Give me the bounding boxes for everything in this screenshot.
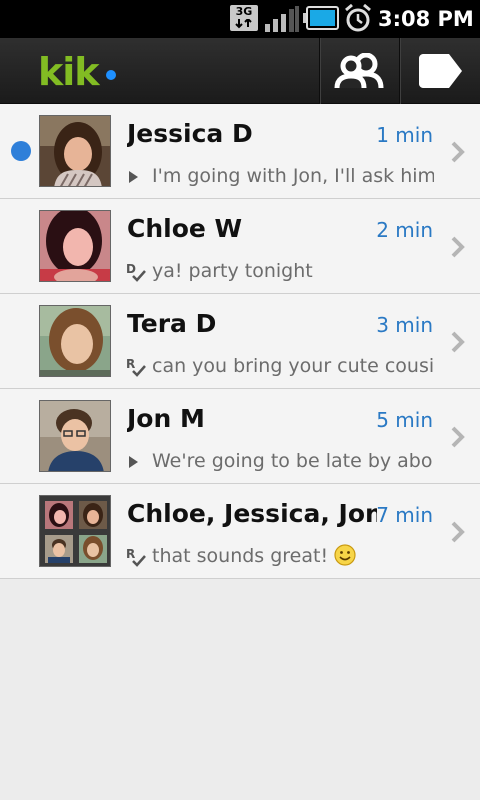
chevron-right-icon [451,426,465,448]
chevron-right-icon [451,236,465,258]
message-preview: I'm going with Jon, I'll ask him [152,165,434,187]
message-time: 3 min [376,313,433,337]
contact-name: Tera D [127,309,217,338]
compose-button[interactable] [401,38,480,104]
chevron-right-icon [451,331,465,353]
message-preview: that sounds great! [152,542,434,570]
contact-name: Jessica D [127,119,253,148]
group-name: Chloe, Jessica, Jon, [127,498,377,530]
contacts-button[interactable] [321,38,399,104]
svg-text:D: D [126,262,136,276]
message-time: 2 min [376,218,433,242]
contact-name: Jon M [127,404,205,433]
kik-logo-dot [106,70,116,80]
conversation-row[interactable]: Tera D 3 min R can you bring your cute c… [0,294,480,389]
chevron-right-icon [451,141,465,163]
avatar [39,305,111,377]
avatar [39,210,111,282]
battery-icon [303,6,339,30]
action-bar: kik [0,38,480,104]
sent-arrow-icon [129,171,138,183]
conversation-row[interactable]: Jessica D 1 min I'm going with Jon, I'll… [0,104,480,199]
contacts-icon [334,53,384,89]
message-time: 1 min [376,123,433,147]
svg-text:R: R [126,547,135,561]
network-3g-icon: 3G [230,5,258,31]
conversation-row[interactable]: Chloe, Jessica, Jon, 7 min R that sounds… [0,484,480,579]
sent-arrow-icon [129,456,138,468]
message-preview: We're going to be late by abo.. [152,450,434,472]
conversation-list: Jessica D 1 min I'm going with Jon, I'll… [0,104,480,579]
message-time: 5 min [376,408,433,432]
smiley-emoji-icon [334,544,356,566]
compose-icon [419,54,462,88]
chevron-right-icon [451,521,465,543]
status-bar: 3G 3:08 PM [0,0,480,38]
avatar [39,400,111,472]
delivered-check-icon: D [126,262,146,282]
contact-name: Chloe W [127,214,243,243]
status-time: 3:08 PM [378,7,474,31]
signal-bars-icon [265,6,299,32]
conversation-row[interactable]: Chloe W 2 min D ya! party tonight [0,199,480,294]
unread-indicator [11,141,31,161]
message-preview: ya! party tonight [152,260,313,282]
group-avatar [39,495,111,567]
message-preview-text: that sounds great! [152,545,335,567]
avatar [39,115,111,187]
svg-text:R: R [126,357,135,371]
alarm-clock-icon [345,4,371,32]
message-preview: can you bring your cute cousi.. [152,355,434,377]
read-check-icon: R [126,357,146,377]
network-type-label: 3G [235,5,253,18]
kik-logo: kik [38,50,100,94]
message-time: 7 min [376,503,433,527]
group-name-text: Chloe, Jessica, Jon [127,499,377,528]
read-check-icon: R [126,547,146,567]
conversation-row[interactable]: Jon M 5 min We're going to be late by ab… [0,389,480,484]
